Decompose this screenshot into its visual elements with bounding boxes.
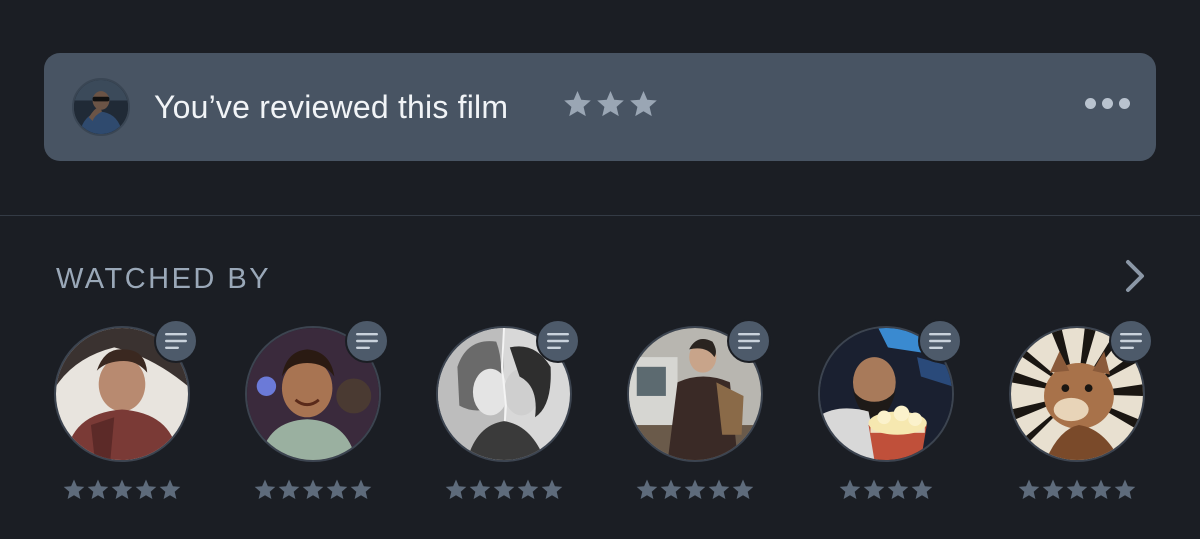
dot-icon xyxy=(1102,98,1113,109)
friend-rating-stars xyxy=(1009,478,1145,502)
divider xyxy=(0,215,1200,216)
friend-item[interactable] xyxy=(818,319,962,506)
review-badge[interactable] xyxy=(536,319,580,363)
star-icon xyxy=(732,479,754,499)
friend-item[interactable] xyxy=(436,319,580,506)
star-icon xyxy=(469,479,491,499)
star-icon xyxy=(863,479,885,499)
star-icon xyxy=(660,479,682,499)
star-icon xyxy=(636,479,658,499)
star-icon xyxy=(541,479,563,499)
review-lines-icon xyxy=(738,333,760,349)
friend-rating-stars xyxy=(818,478,954,502)
review-lines-icon xyxy=(356,333,378,349)
star-icon xyxy=(254,479,276,499)
friend-item[interactable] xyxy=(627,319,771,506)
star-icon xyxy=(708,479,730,499)
review-lines-icon xyxy=(1120,333,1142,349)
friend-item[interactable] xyxy=(245,319,389,506)
review-badge[interactable] xyxy=(727,319,771,363)
star-icon xyxy=(278,479,300,499)
review-rating-stars xyxy=(562,89,659,120)
star-icon xyxy=(493,479,515,499)
star-icon xyxy=(630,90,657,117)
star-icon xyxy=(111,479,133,499)
star-icon xyxy=(684,479,706,499)
star-icon xyxy=(887,479,909,499)
user-avatar[interactable] xyxy=(72,78,130,136)
star-icon xyxy=(63,479,85,499)
dot-icon xyxy=(1085,98,1096,109)
review-badge[interactable] xyxy=(918,319,962,363)
review-status-text: You’ve reviewed this film xyxy=(154,89,509,125)
star-icon xyxy=(350,479,372,499)
star-icon xyxy=(326,479,348,499)
star-icon xyxy=(1042,479,1064,499)
star-icon xyxy=(135,479,157,499)
review-lines-icon xyxy=(165,333,187,349)
star-icon xyxy=(302,479,324,499)
star-icon xyxy=(87,479,109,499)
star-icon xyxy=(564,90,591,117)
review-badge[interactable] xyxy=(1109,319,1153,363)
review-lines-icon xyxy=(547,333,569,349)
friend-item[interactable] xyxy=(1009,319,1153,506)
friend-item[interactable] xyxy=(54,319,198,506)
dot-icon xyxy=(1119,98,1130,109)
section-title: WATCHED BY xyxy=(56,263,272,295)
chevron-right-icon[interactable] xyxy=(1122,258,1148,294)
review-badge[interactable] xyxy=(154,319,198,363)
star-icon xyxy=(159,479,181,499)
star-icon xyxy=(445,479,467,499)
star-icon xyxy=(1018,479,1040,499)
star-icon xyxy=(911,479,933,499)
star-icon xyxy=(1090,479,1112,499)
star-icon xyxy=(597,90,624,117)
star-icon xyxy=(1114,479,1136,499)
review-lines-icon xyxy=(929,333,951,349)
review-card[interactable]: You’ve reviewed this film xyxy=(44,53,1156,161)
star-icon xyxy=(1066,479,1088,499)
friend-rating-stars xyxy=(54,478,190,502)
star-icon xyxy=(517,479,539,499)
user-photo xyxy=(74,80,128,134)
star-icon xyxy=(839,479,861,499)
friend-rating-stars xyxy=(436,478,572,502)
friend-rating-stars xyxy=(245,478,381,502)
friend-rating-stars xyxy=(627,478,763,502)
more-options-button[interactable] xyxy=(1085,98,1130,109)
review-badge[interactable] xyxy=(345,319,389,363)
